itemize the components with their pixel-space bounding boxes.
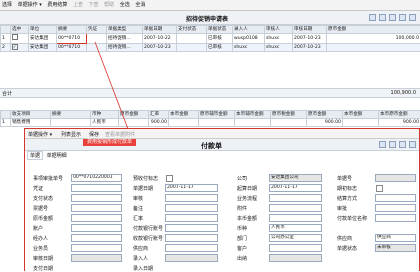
supplier-field[interactable]	[165, 244, 218, 252]
payment-header: 费用报销形成付款单 付款单	[25, 139, 419, 151]
bank-account-field[interactable]	[165, 234, 218, 242]
prepay-checkbox[interactable]	[166, 175, 173, 182]
agent-label: 经办人	[33, 235, 48, 242]
rate-field[interactable]	[165, 214, 218, 222]
entry-staff-field	[165, 254, 218, 262]
bank-account-label: 收款银行账号	[133, 235, 163, 242]
doc-no-label: 单据号	[337, 175, 352, 182]
pay-account-label: 付款银行账号	[133, 225, 163, 232]
doc-date-field[interactable]: 2007-11-17	[165, 184, 218, 192]
source-no-field[interactable]: 00**0710220001	[71, 174, 122, 182]
attach-field[interactable]	[269, 204, 322, 212]
doc-date-label: 单据日期	[133, 185, 153, 192]
entry-staff-label: 录入人	[133, 255, 148, 262]
pay-unit-field[interactable]	[375, 214, 416, 222]
payment-list-view[interactable]: 列表显示	[61, 131, 81, 138]
pay-status-field[interactable]	[71, 194, 122, 202]
account-label: 账户	[33, 225, 43, 232]
payment-window: 单据操作 ▾ 列表显示 保存 查看单据附件 费用报销形成付款单 付款单 单据 单…	[24, 128, 420, 271]
company-field: 安达集团公司	[269, 174, 322, 182]
agent-field[interactable]	[71, 234, 122, 242]
cashier-field	[269, 254, 322, 262]
ticket-no-field[interactable]	[71, 204, 122, 212]
tab-doc[interactable]: 单据	[27, 151, 43, 160]
verify-date-field	[71, 254, 122, 262]
export-icon[interactable]	[389, 141, 396, 148]
local-amount-field[interactable]	[269, 214, 322, 222]
payment-attach[interactable]: 查看单据附件	[105, 131, 135, 138]
currency-field[interactable]: 人民币	[269, 224, 322, 232]
ticket-no-label: 票据号	[33, 205, 48, 212]
payment-toolbar: 单据操作 ▾ 列表显示 保存 查看单据附件	[25, 129, 419, 139]
settle-label: 结算方式	[337, 195, 357, 202]
currency-label: 币种	[237, 225, 247, 232]
approve-field[interactable]	[375, 204, 416, 212]
amount-field[interactable]	[71, 214, 122, 222]
amount-label: 原币金额	[33, 215, 53, 222]
supplier2-field[interactable]: 供应商	[375, 234, 416, 242]
tab-doc-detail[interactable]: 单据明细	[45, 152, 69, 159]
biz-flow-field[interactable]	[269, 194, 322, 202]
source-no-label: 事项审批单号	[33, 175, 63, 182]
voucher-field[interactable]	[71, 184, 122, 192]
customer-field[interactable]	[269, 244, 322, 252]
voucher-label: 凭证	[33, 185, 43, 192]
supplier2-label: 供应商	[337, 235, 352, 242]
payment-doc-ops[interactable]: 单据操作 ▾	[28, 131, 52, 138]
attach-label: 附件	[237, 205, 247, 212]
cashier-label: 出纳	[237, 255, 247, 262]
doc-no-field	[375, 174, 416, 182]
account-field[interactable]	[71, 224, 122, 232]
note-label: 备注	[133, 205, 143, 212]
overdue-label: 期初标志	[337, 185, 357, 192]
print-icon[interactable]	[379, 141, 386, 148]
due-date-label: 起算日期	[237, 185, 257, 192]
prepay-label: 预收付标志	[133, 175, 158, 182]
close-icon[interactable]	[409, 141, 416, 148]
dept-field[interactable]: 公司办公室	[269, 234, 322, 242]
pay-account-field[interactable]	[165, 224, 218, 232]
customer-label: 客户	[237, 245, 247, 252]
payment-tabs: 单据 单据明细	[27, 151, 69, 158]
due-date-field[interactable]: 2007-11-17	[269, 184, 322, 192]
company-label: 公司	[237, 175, 247, 182]
pay-status-label: 支付状态	[33, 195, 53, 202]
audit-label: 审核	[133, 195, 143, 202]
status-field: 未审核	[375, 244, 416, 252]
payment-form-title: 付款单	[201, 141, 222, 151]
rate-label: 汇率	[133, 215, 143, 222]
biz-staff-field[interactable]	[71, 244, 122, 252]
approve-label: 审批	[337, 205, 347, 212]
payment-save[interactable]: 保存	[89, 131, 99, 138]
refresh-icon[interactable]	[399, 141, 406, 148]
payment-dialog-title: 费用报销形成付款单	[83, 139, 136, 146]
supplier-label: 供应商	[133, 245, 148, 252]
note-field[interactable]	[165, 204, 218, 212]
local-amount-label: 本币金额	[237, 215, 257, 222]
biz-staff-label: 业务员	[33, 245, 48, 252]
verify-date-label: 审核日期	[33, 255, 53, 262]
audit-field[interactable]	[165, 194, 218, 202]
dept-label: 部门	[237, 235, 247, 242]
payment-title-icons	[376, 141, 416, 150]
overdue-checkbox[interactable]	[376, 185, 383, 192]
pay-unit-label: 付款单位名称	[337, 215, 367, 222]
biz-flow-label: 业务流程	[237, 195, 257, 202]
status-label: 单据状态	[337, 245, 357, 252]
settle-field[interactable]	[375, 194, 416, 202]
